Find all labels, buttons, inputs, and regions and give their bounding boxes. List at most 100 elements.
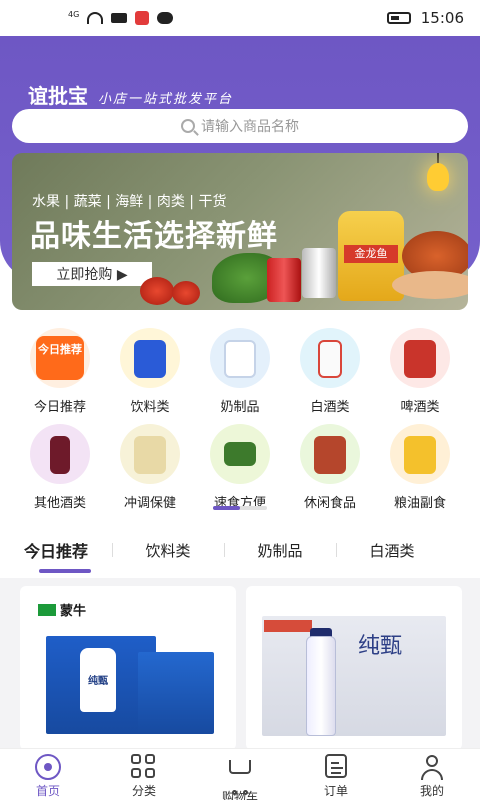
category-icon (210, 424, 270, 484)
category-dairy[interactable]: 奶制品 (200, 328, 280, 415)
today-badge: 今日推荐 (36, 336, 84, 380)
bottom-nav: 首页 分类 购物车 订单 我的 (0, 748, 480, 800)
oil-label: 金龙鱼 (344, 245, 398, 263)
tab-active-indicator (39, 569, 91, 573)
status-icons-left: 4G (68, 9, 174, 25)
category-icon (120, 328, 180, 388)
category-today[interactable]: 今日推荐 今日推荐 (20, 328, 100, 415)
search-placeholder: 请输入商品名称 (201, 119, 299, 135)
user-icon (419, 754, 445, 780)
category-snacks[interactable]: 休闲食品 (290, 424, 370, 511)
status-bar: 4G 15:06 (0, 0, 480, 36)
brand-logo: 蒙牛 (38, 600, 86, 619)
product-bottle-image (306, 636, 336, 736)
product-box-image (262, 616, 446, 736)
instant-noodle-icon (224, 442, 256, 466)
brand-slogan: 小店一站式批发平台 (98, 92, 234, 107)
buy-now-button[interactable]: 立即抢购 ▶ (32, 262, 152, 286)
oats-box-icon (134, 436, 166, 474)
grid-icon (131, 754, 157, 780)
category-label: 冲调保健 (123, 496, 176, 511)
category-label: 今日推荐 (33, 400, 86, 415)
category-grain-oil[interactable]: 粮油副食 (380, 424, 460, 511)
beer-can-image (267, 258, 301, 302)
banner-categories: 水果 | 蔬菜 | 海鲜 | 肉类 | 干货 (32, 194, 227, 210)
category-label: 其他酒类 (33, 496, 86, 511)
nav-cart[interactable]: 购物车 (192, 749, 288, 800)
nav-home[interactable]: 首页 (0, 749, 96, 800)
plate-image (392, 271, 468, 299)
category-icon (120, 424, 180, 484)
nav-me[interactable]: 我的 (384, 749, 480, 800)
drink-can-icon (134, 340, 166, 378)
camera-icon (111, 13, 128, 23)
category-label: 啤酒类 (400, 400, 440, 415)
category-label: 粮油副食 (393, 496, 446, 511)
product-bottle-label: 纯甄 (88, 676, 108, 687)
category-baijiu[interactable]: 白酒类 (290, 328, 370, 415)
nav-label: 购物车 (221, 790, 258, 800)
product-card[interactable]: 纯甄 (246, 586, 462, 750)
snacks-icon (314, 436, 346, 474)
category-icon (30, 424, 90, 484)
brand: 谊批宝 小店一站式批发平台 (28, 80, 233, 109)
banner-title: 品味生活选择新鲜 (30, 219, 278, 254)
cart-icon (227, 760, 253, 795)
category-health[interactable]: 冲调保健 (110, 424, 190, 511)
category-label: 奶制品 (220, 400, 260, 415)
clock: 15:06 (420, 9, 464, 27)
product-tag (264, 620, 312, 632)
nav-label: 订单 (323, 784, 348, 798)
category-icon (300, 424, 360, 484)
brand-name: 谊批宝 (28, 84, 88, 108)
category-icon (300, 328, 360, 388)
category-icon (210, 328, 270, 388)
mengniu-logo-icon (38, 603, 56, 616)
product-card[interactable]: 蒙牛 纯甄 (20, 586, 236, 750)
brand-logo-text: 蒙牛 (60, 604, 87, 619)
wechat-icon (157, 12, 174, 24)
promo-banner[interactable]: 水果 | 蔬菜 | 海鲜 | 肉类 | 干货 品味生活选择新鲜 立即抢购 ▶ 金… (12, 153, 468, 310)
category-icon: 今日推荐 (30, 328, 90, 388)
tab-today[interactable]: 今日推荐 (0, 538, 112, 562)
milk-icon (224, 340, 256, 378)
category-instant-food[interactable]: 速食方便 (200, 424, 280, 511)
status-icons-right: 15:06 (386, 9, 464, 27)
order-icon (323, 754, 349, 780)
nav-label: 分类 (131, 784, 156, 798)
category-label: 饮料类 (130, 400, 170, 415)
category-page-indicator-active (213, 506, 240, 510)
beer-bottle-icon (404, 340, 436, 378)
home-icon (35, 754, 61, 780)
product-box-title: 纯甄 (358, 634, 403, 659)
search-input[interactable]: 请输入商品名称 (12, 109, 468, 143)
lightbulb-icon (427, 163, 449, 191)
wine-bottle-icon (50, 436, 70, 474)
battery-icon (386, 12, 411, 24)
tab-drinks[interactable]: 饮料类 (112, 540, 224, 561)
nav-label: 我的 (419, 784, 444, 798)
category-other-liquor[interactable]: 其他酒类 (20, 424, 100, 511)
nav-label: 首页 (35, 784, 60, 798)
product-tabs: 今日推荐 饮料类 奶制品 白酒类 (0, 530, 480, 570)
network-indicator: 4G (68, 9, 80, 19)
tab-dairy[interactable]: 奶制品 (224, 540, 336, 561)
category-drinks[interactable]: 饮料类 (110, 328, 190, 415)
tab-baijiu[interactable]: 白酒类 (336, 540, 448, 561)
nav-orders[interactable]: 订单 (288, 749, 384, 800)
baijiu-bottle-icon (318, 340, 342, 378)
category-icon (390, 424, 450, 484)
category-beer[interactable]: 啤酒类 (380, 328, 460, 415)
oil-bottle-icon (404, 436, 436, 474)
search-icon (181, 119, 195, 133)
beer-can-image (302, 248, 336, 298)
microphone-icon (135, 11, 150, 25)
nav-category[interactable]: 分类 (96, 749, 192, 800)
tomato-image (172, 281, 200, 305)
tomato-image (140, 277, 174, 305)
category-label: 休闲食品 (303, 496, 356, 511)
wifi-icon (87, 12, 104, 24)
category-icon (390, 328, 450, 388)
product-box-image (138, 652, 214, 734)
category-label: 白酒类 (310, 400, 350, 415)
